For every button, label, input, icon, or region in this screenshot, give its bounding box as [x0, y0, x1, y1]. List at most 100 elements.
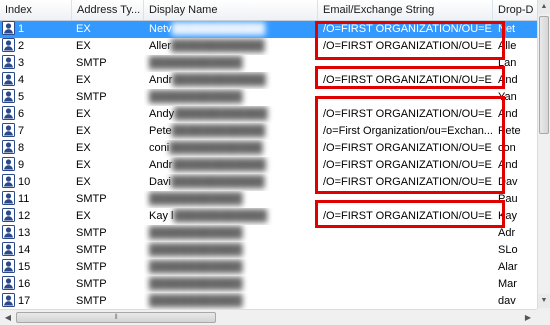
vertical-scroll-thumb[interactable]	[539, 16, 549, 134]
display-name-cell: coni████████████	[144, 140, 318, 157]
display-name-cell: ████████████	[144, 191, 318, 208]
email-cell	[318, 276, 493, 293]
index-value: 10	[18, 176, 31, 188]
index-cell: 2	[0, 38, 72, 55]
contact-card-icon	[2, 106, 15, 120]
index-cell: 16	[0, 276, 72, 293]
index-cell: 8	[0, 140, 72, 157]
redacted-text: ████████████	[149, 91, 243, 103]
table-row[interactable]: 15 SMTP ████████████ Alar	[0, 259, 537, 276]
redacted-text: ████████████	[149, 57, 243, 69]
redacted-text: ████████████	[149, 295, 243, 307]
scroll-right-arrow-icon[interactable]: ▶	[521, 311, 535, 325]
index-value: 12	[18, 210, 31, 222]
display-name-cell: Kay l████████████	[144, 208, 318, 225]
table-row[interactable]: 17 SMTP ████████████ dav	[0, 293, 537, 309]
index-value: 1	[18, 23, 25, 35]
column-header-email[interactable]: Email/Exchange String	[318, 0, 493, 20]
index-cell: 7	[0, 123, 72, 140]
display-name-cell: ████████████	[144, 242, 318, 259]
redacted-text: ████████████	[172, 74, 266, 86]
display-name-cell: Andy████████████	[144, 106, 318, 123]
column-header-address-type[interactable]: Address Ty...	[72, 0, 144, 20]
address-type-cell: SMTP	[76, 227, 107, 239]
redacted-text: ████████████	[171, 40, 265, 52]
address-type-cell: EX	[76, 108, 91, 120]
contact-card-icon	[2, 259, 15, 273]
contact-card-icon	[2, 191, 15, 205]
column-header-drop-down[interactable]: Drop-D	[493, 0, 537, 20]
horizontal-scroll-thumb[interactable]: ⦀	[16, 312, 216, 323]
display-name-value: Andr	[149, 74, 173, 86]
redacted-text: ████████████	[171, 125, 266, 137]
index-value: 7	[18, 125, 25, 137]
drop-down-cell: Mar	[498, 278, 517, 290]
scroll-down-arrow-icon[interactable]: ▼	[538, 294, 550, 308]
contact-card-icon	[2, 72, 15, 86]
index-value: 9	[18, 159, 25, 171]
table-row[interactable]: 16 SMTP ████████████ Mar	[0, 276, 537, 293]
display-name-cell: Davi████████████	[144, 174, 318, 191]
contact-card-icon	[2, 242, 15, 256]
scrollbar-corner	[537, 309, 550, 325]
address-type-cell: SMTP	[76, 278, 107, 290]
redacted-text: ████████████	[174, 108, 268, 120]
column-header-row: Index Address Ty... Display Name Email/E…	[0, 0, 537, 21]
contact-card-icon	[2, 21, 15, 35]
scroll-left-arrow-icon[interactable]: ◀	[1, 311, 15, 325]
index-cell: 11	[0, 191, 72, 208]
display-name-value: coni	[149, 142, 170, 154]
contact-card-icon	[2, 225, 15, 239]
address-type-cell: EX	[76, 176, 91, 188]
contact-card-icon	[2, 38, 15, 52]
index-value: 13	[18, 227, 31, 239]
table-row[interactable]: 14 SMTP ████████████ SLo	[0, 242, 537, 259]
drop-down-cell: dav	[498, 295, 516, 307]
address-type-cell: EX	[76, 142, 91, 154]
display-name-value: Andy	[149, 108, 175, 120]
address-type-cell: SMTP	[76, 193, 107, 205]
contact-card-icon	[2, 276, 15, 290]
display-name-cell: Pete████████████	[144, 123, 318, 140]
display-name-value: Kay l	[149, 210, 174, 222]
redacted-text: ████████████	[149, 227, 243, 239]
email-cell	[318, 259, 493, 276]
address-type-cell: SMTP	[76, 244, 107, 256]
index-value: 4	[18, 74, 25, 86]
redacted-text: ████████████	[149, 193, 243, 205]
redacted-text: ████████████	[169, 142, 263, 154]
index-cell: 15	[0, 259, 72, 276]
display-name-value: Aller	[149, 40, 172, 52]
display-name-cell: ████████████	[144, 55, 318, 72]
index-value: 6	[18, 108, 25, 120]
display-name-cell: Aller████████████	[144, 38, 318, 55]
index-value: 11	[18, 193, 30, 205]
index-cell: 9	[0, 157, 72, 174]
index-cell: 10	[0, 174, 72, 191]
redacted-text: ████████████	[172, 159, 266, 171]
horizontal-scrollbar[interactable]: ◀ ⦀ ▶	[0, 309, 537, 325]
index-value: 17	[18, 295, 31, 307]
display-name-cell: ████████████	[144, 225, 318, 242]
contact-card-icon	[2, 55, 15, 69]
address-type-cell: EX	[76, 125, 91, 137]
vertical-scrollbar[interactable]: ▲ ▼	[537, 0, 550, 309]
highlight-box	[315, 96, 505, 194]
index-cell: 12	[0, 208, 72, 225]
contact-card-icon	[2, 140, 15, 154]
redacted-text: ████████████	[171, 23, 266, 35]
scroll-up-arrow-icon[interactable]: ▲	[538, 0, 550, 14]
index-value: 5	[18, 91, 25, 103]
address-type-cell: SMTP	[76, 261, 107, 273]
index-cell: 13	[0, 225, 72, 242]
contact-card-icon	[2, 174, 15, 188]
display-name-cell: ████████████	[144, 89, 318, 106]
column-header-display-name[interactable]: Display Name	[144, 0, 318, 20]
index-value: 2	[18, 40, 25, 52]
address-type-cell: EX	[76, 40, 91, 52]
contact-card-icon	[2, 123, 15, 137]
drop-down-cell: Alar	[498, 261, 518, 273]
column-header-index[interactable]: Index	[0, 0, 72, 20]
highlight-box	[315, 21, 505, 60]
index-cell: 5	[0, 89, 72, 106]
